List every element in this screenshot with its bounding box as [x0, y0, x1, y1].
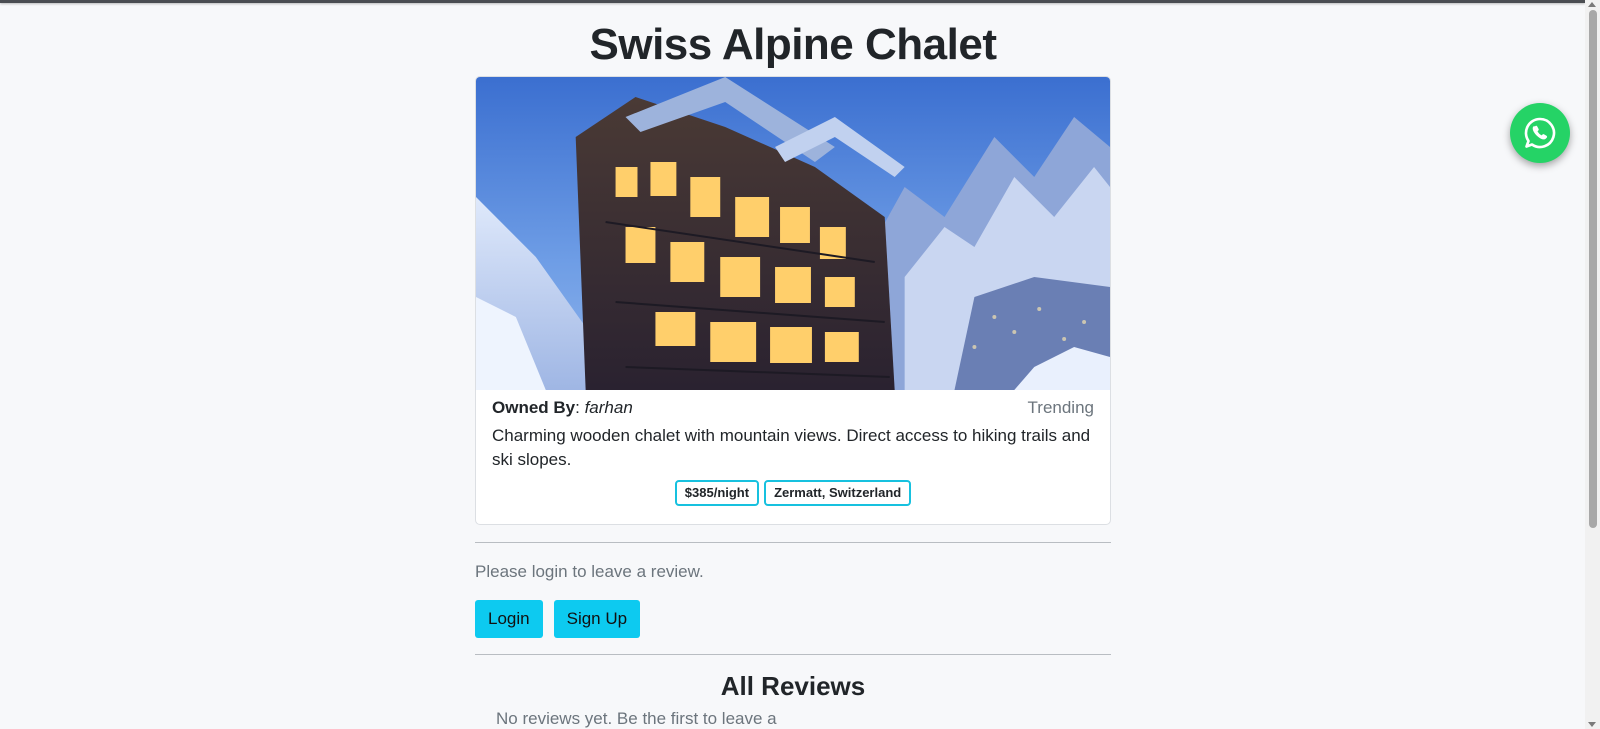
signup-button[interactable]: Sign Up — [553, 600, 641, 638]
whatsapp-button[interactable] — [1510, 103, 1570, 163]
page-title: Swiss Alpine Chalet — [589, 20, 997, 69]
listing-tags: $385/night Zermatt, Switzerland — [492, 480, 1094, 506]
page-scrollbar[interactable] — [1585, 0, 1600, 729]
whatsapp-icon — [1524, 117, 1556, 149]
listing-page: Swiss Alpine Chalet Owned By: farhan Tre… — [475, 0, 1111, 729]
no-reviews-text: No reviews yet. Be the first to leave a — [496, 709, 777, 728]
login-prompt: Please login to leave a review. — [475, 562, 704, 581]
divider — [475, 542, 1111, 543]
scroll-down-arrow-icon[interactable] — [1588, 722, 1596, 727]
trending-badge: Trending — [1027, 398, 1094, 417]
listing-card: Owned By: farhan Trending Charming woode… — [475, 76, 1111, 525]
owner-label: Owned By — [492, 398, 576, 417]
owner-row: Owned By: farhan Trending — [492, 396, 1094, 420]
owner-separator: : — [575, 398, 585, 417]
auth-buttons: Login Sign Up — [475, 600, 1111, 638]
reviews-heading: All Reviews — [720, 671, 866, 701]
owner-name: farhan — [584, 398, 633, 417]
scroll-up-arrow-icon[interactable] — [1588, 2, 1596, 7]
listing-image — [476, 77, 1110, 390]
login-button[interactable]: Login — [475, 600, 543, 638]
divider — [475, 654, 1111, 655]
card-body: Owned By: farhan Trending Charming woode… — [476, 390, 1110, 524]
price-tag: $385/night — [674, 480, 760, 506]
scroll-thumb[interactable] — [1589, 10, 1597, 528]
owner-info: Owned By: farhan — [492, 398, 633, 418]
location-tag: Zermatt, Switzerland — [764, 480, 912, 506]
listing-description: Charming wooden chalet with mountain vie… — [492, 426, 1091, 469]
